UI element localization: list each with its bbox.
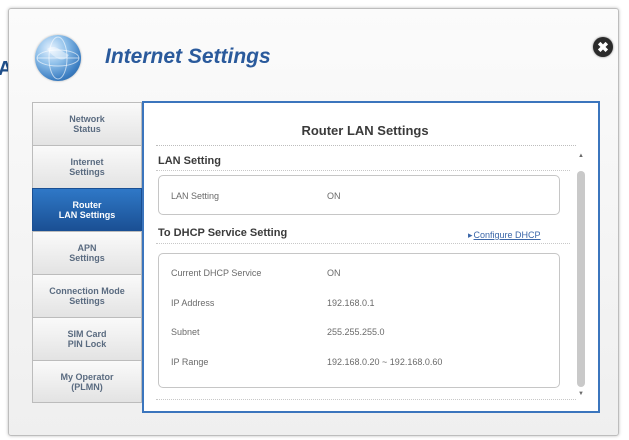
current-dhcp-service-label: Current DHCP Service <box>171 268 262 278</box>
content-panel: Router LAN Settings LAN Setting LAN Sett… <box>142 101 600 413</box>
lan-setting-label: LAN Setting <box>171 191 220 201</box>
sidebar-item-internet-settings[interactable]: Internet Settings <box>32 145 142 188</box>
link-arrow-icon: ▸ <box>468 230 473 240</box>
bottom-divider <box>156 399 576 400</box>
dhcp-section-heading: To DHCP Service Setting <box>158 227 288 239</box>
subnet-value: 255.255.255.0 <box>327 327 385 337</box>
sidebar-item-router-lan-settings[interactable]: Router LAN Settings <box>32 188 142 231</box>
lan-setting-box: LAN Setting ON <box>158 175 560 215</box>
dhcp-section-divider <box>156 243 570 244</box>
scroll-up-icon[interactable]: ▲ <box>574 151 588 161</box>
subnet-label: Subnet <box>171 327 200 337</box>
dialog-title: Internet Settings <box>105 45 271 68</box>
ip-range-label: IP Range <box>171 357 209 367</box>
settings-sidebar: Network Status Internet Settings Router … <box>32 102 142 403</box>
ip-address-label: IP Address <box>171 298 215 308</box>
globe-icon <box>35 35 81 81</box>
scroll-down-icon[interactable]: ▼ <box>574 389 588 399</box>
ip-address-value: 192.168.0.1 <box>327 298 375 308</box>
ip-range-value: 192.168.0.20 ~ 192.168.0.60 <box>327 357 443 367</box>
current-dhcp-service-value: ON <box>327 268 341 278</box>
configure-dhcp-label: Configure DHCP <box>473 230 541 240</box>
sidebar-item-apn-settings[interactable]: APN Settings <box>32 231 142 274</box>
close-button[interactable]: ✖ <box>593 37 613 57</box>
dhcp-service-box: Current DHCP Service ON IP Address 192.1… <box>158 253 560 388</box>
lan-section-divider <box>156 170 570 171</box>
lan-section-heading: LAN Setting <box>158 155 221 167</box>
sidebar-item-network-status[interactable]: Network Status <box>32 102 142 145</box>
sidebar-item-sim-card-pin-lock[interactable]: SIM Card PIN Lock <box>32 317 142 360</box>
title-divider <box>156 145 576 146</box>
vertical-scrollbar[interactable]: ▲ ▼ <box>574 151 588 399</box>
sidebar-item-my-operator-plmn[interactable]: My Operator (PLMN) <box>32 360 142 403</box>
configure-dhcp-link[interactable]: ▸Configure DHCP <box>468 230 541 241</box>
sidebar-item-connection-mode-settings[interactable]: Connection Mode Settings <box>32 274 142 317</box>
lan-setting-value: ON <box>327 191 341 201</box>
page-title: Router LAN Settings <box>301 123 429 138</box>
scrollbar-thumb[interactable] <box>577 171 585 387</box>
